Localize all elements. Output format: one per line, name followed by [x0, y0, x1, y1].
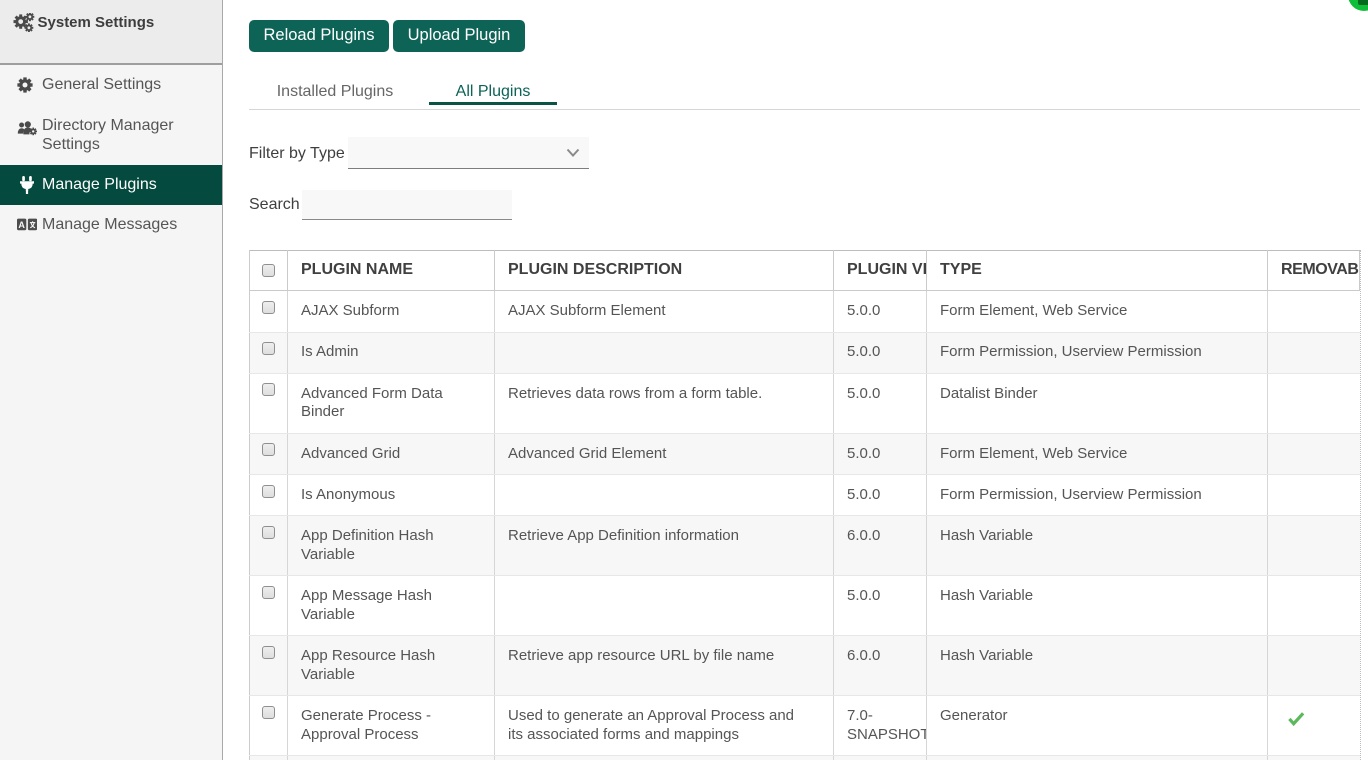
svg-text:A: A — [18, 220, 25, 230]
